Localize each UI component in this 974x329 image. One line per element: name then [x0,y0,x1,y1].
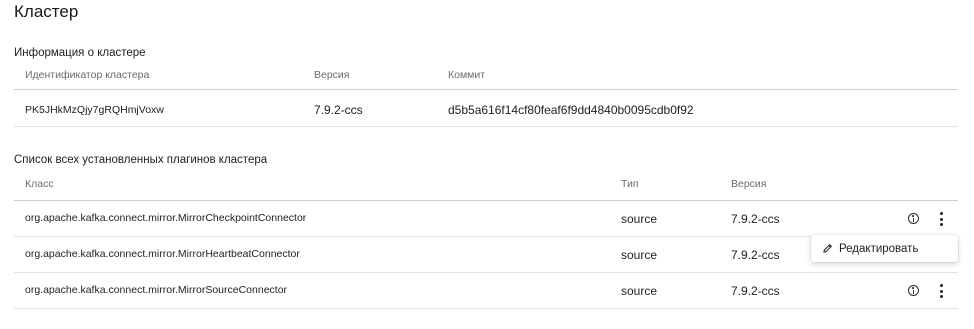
cluster-page: Кластер Информация о кластере Идентифика… [0,0,974,329]
plugin-version-cell: 7.9.2-ccs [731,248,780,262]
cluster-commit-value: d5b5a616f14cf80feaf6f9dd4840b0095cdb0f92 [448,103,694,117]
pencil-icon [823,244,832,253]
divider [14,200,958,201]
cluster-version-value: 7.9.2-ccs [314,103,363,117]
plugin-type-cell: source [621,248,658,262]
divider [14,89,958,90]
cluster-info-title: Информация о кластере [14,47,146,59]
plugin-version-cell: 7.9.2-ccs [731,284,780,298]
plugin-type-cell: source [621,284,658,298]
plugins-title: Список всех установленных плагинов класт… [14,154,268,166]
more-vertical-icon[interactable] [938,212,944,226]
cluster-id-value: PK5JHkMzQjy7gRQHmjVoxw [25,104,164,116]
cluster-commit-header: Коммит [448,69,486,81]
edit-menu-item[interactable]: Редактировать [811,235,958,262]
divider [14,126,958,127]
plugin-type-header: Тип [621,178,639,190]
divider [14,308,958,309]
info-icon[interactable] [908,213,919,224]
cluster-version-header: Версия [314,69,350,81]
plugin-class-cell: org.apache.kafka.connect.mirror.MirrorCh… [25,212,307,224]
info-icon[interactable] [908,285,919,296]
page-title: Кластер [14,2,79,21]
cluster-id-header: Идентификатор кластера [25,69,150,81]
context-menu: Редактировать [811,235,958,262]
more-vertical-icon[interactable] [938,284,944,298]
divider [14,272,958,273]
plugin-class-cell: org.apache.kafka.connect.mirror.MirrorSo… [25,284,288,296]
plugin-version-header: Версия [731,178,767,190]
plugin-version-cell: 7.9.2-ccs [731,212,780,226]
plugin-class-cell: org.apache.kafka.connect.mirror.MirrorHe… [25,248,300,260]
plugin-type-cell: source [621,212,658,226]
plugin-class-header: Класс [25,178,54,190]
edit-menu-label: Редактировать [839,242,919,255]
